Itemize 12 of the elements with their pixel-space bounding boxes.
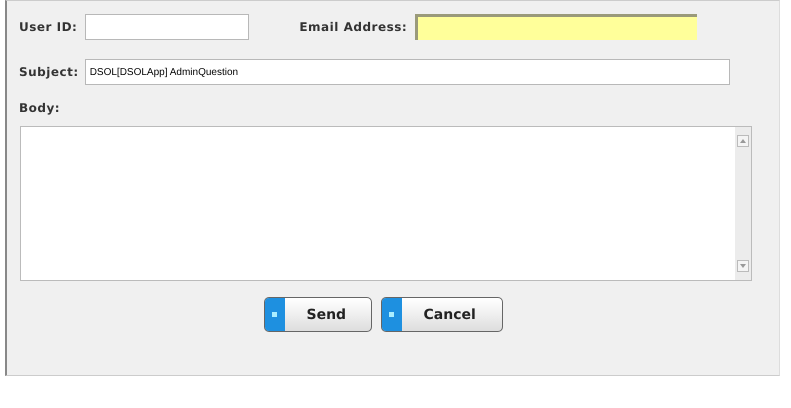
scroll-down-icon[interactable] <box>737 260 749 272</box>
user-id-label: User ID: <box>19 20 78 34</box>
email-field[interactable] <box>415 14 698 40</box>
scrollbar[interactable] <box>735 127 751 280</box>
subject-label: Subject: <box>19 65 79 79</box>
user-id-field[interactable] <box>85 14 250 40</box>
form-button[interactable]: Cancel <box>380 297 502 332</box>
scroll-up-icon[interactable] <box>737 135 749 147</box>
form-button[interactable]: Send <box>264 297 372 332</box>
body-label: Body: <box>19 101 60 115</box>
subject-field[interactable]: DSOL[DSOLApp] AdminQuestion <box>84 59 730 85</box>
email-label: Email Address: <box>299 20 408 34</box>
